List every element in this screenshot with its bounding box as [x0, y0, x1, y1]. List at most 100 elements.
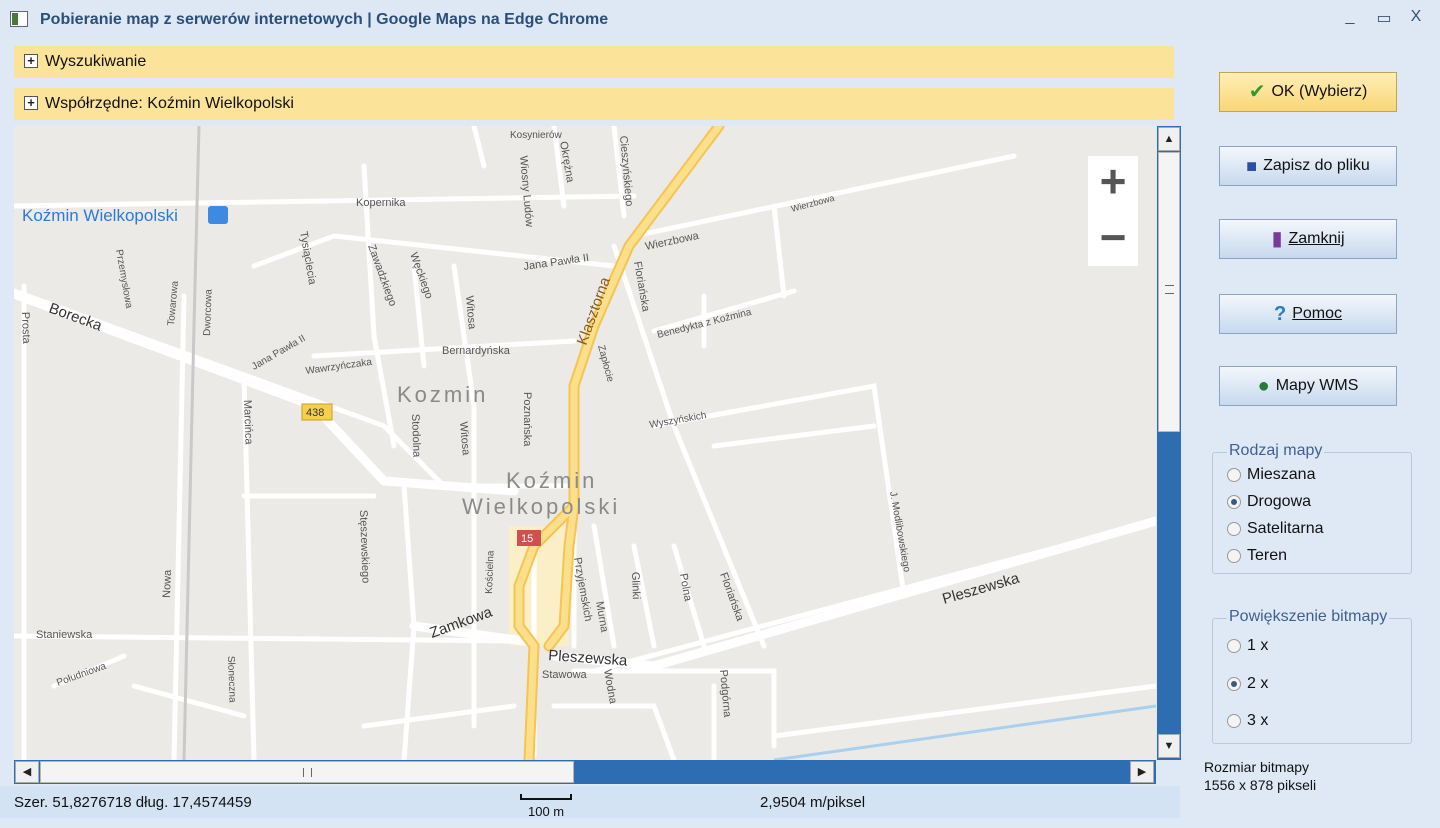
- grip-icon: [303, 768, 312, 777]
- street-tysiaclecia: Tysiąclecia: [297, 230, 318, 286]
- street-bernardynska: Bernardyńska: [442, 345, 511, 357]
- scale-label: 100 m: [528, 804, 565, 819]
- door-exit-icon: ▮: [1271, 228, 1283, 250]
- scale-bar: [520, 794, 572, 800]
- coords-panel-header[interactable]: + Współrzędne: Koźmin Wielkopolski: [14, 88, 1174, 120]
- bitmap-size-info: Rozmiar bitmapy 1556 x 878 pikseli: [1204, 758, 1316, 794]
- street-stawowa: Stawowa: [542, 669, 588, 681]
- bitmap-zoom-group: Powiększenie bitmapy 1 x 2 x 3 x: [1212, 608, 1412, 744]
- checkmark-icon: ✔: [1248, 81, 1266, 103]
- radio-icon[interactable]: [1227, 468, 1241, 482]
- street-borecka: Borecka: [47, 300, 105, 335]
- close-button-label: Zamknij: [1288, 230, 1345, 247]
- horizontal-scrollbar[interactable]: ◀ ▶: [14, 760, 1156, 784]
- map-type-group: Rodzaj mapy Mieszana Drogowa Satelitarna…: [1212, 442, 1412, 574]
- scroll-right-icon[interactable]: ▶: [1130, 761, 1154, 783]
- street-pleszewska: Pleszewska: [548, 647, 629, 670]
- window-title: Pobieranie map z serwerów internetowych …: [40, 11, 609, 28]
- grip-icon: [1165, 285, 1174, 294]
- map-type-legend: Rodzaj mapy: [1227, 442, 1325, 460]
- street-glinki: Glinki: [629, 572, 642, 600]
- save-button-label: Zapisz do pliku: [1263, 157, 1370, 174]
- minimize-button[interactable]: _: [1338, 8, 1362, 26]
- street-jana-pawla-2: Jana Pawła II: [250, 333, 308, 373]
- status-bar: Szer. 51,8276718 dług. 17,4574459 100 m …: [0, 786, 1180, 819]
- ok-button-label: OK (Wybierz): [1271, 83, 1368, 100]
- map-type-option[interactable]: Drogowa: [1227, 493, 1311, 511]
- street-prosta: Prosta: [19, 312, 32, 345]
- zoom-control: + −: [1088, 156, 1138, 266]
- street-steszewskiego: Stęszewskiego: [357, 510, 372, 584]
- street-przemyslowa: Przemysłowa: [113, 249, 134, 310]
- vertical-scrollbar[interactable]: ▲ ▼: [1157, 126, 1181, 760]
- bitmap-zoom-legend: Powiększenie bitmapy: [1227, 608, 1390, 626]
- river: [773, 704, 1156, 760]
- scroll-left-icon[interactable]: ◀: [15, 761, 39, 783]
- resolution-readout: 2,9504 m/piksel: [760, 794, 866, 811]
- street-towarowa: Towarowa: [166, 280, 181, 326]
- street-wawrzynczaka: Wawrzyńczaka: [305, 357, 373, 377]
- coords-panel-label: Współrzędne: Koźmin Wielkopolski: [45, 95, 294, 112]
- map-type-option[interactable]: Satelitarna: [1227, 520, 1324, 538]
- option-label: Teren: [1247, 547, 1288, 564]
- map-type-option[interactable]: Teren: [1227, 547, 1287, 565]
- ok-button[interactable]: ✔ OK (Wybierz): [1219, 72, 1397, 112]
- help-button[interactable]: ? Pomoc: [1219, 294, 1397, 334]
- search-panel-header[interactable]: + Wyszukiwanie: [14, 46, 1174, 78]
- radio-selected-icon[interactable]: [1227, 495, 1241, 509]
- option-label: Satelitarna: [1247, 520, 1324, 537]
- bitmap-size-label: Rozmiar bitmapy: [1204, 759, 1310, 775]
- expand-icon[interactable]: +: [24, 96, 38, 110]
- radio-selected-icon[interactable]: [1227, 677, 1241, 691]
- radio-icon[interactable]: [1227, 522, 1241, 536]
- street-koscielna: Kościelna: [484, 550, 497, 594]
- radio-icon[interactable]: [1227, 639, 1241, 653]
- expand-icon[interactable]: +: [24, 54, 38, 68]
- map-view[interactable]: Koźmin Wielkopolski Kozmin Koźmin Wielko…: [14, 126, 1156, 760]
- radio-icon[interactable]: [1227, 714, 1241, 728]
- close-button[interactable]: ▮ Zamknij: [1219, 219, 1397, 259]
- street-poludniowa: Południowa: [55, 661, 108, 689]
- street-wiosny-ludow: Wiosny Ludów: [517, 155, 535, 227]
- option-label: 2 x: [1247, 675, 1269, 692]
- map-canvas[interactable]: Koźmin Wielkopolski Kozmin Koźmin Wielko…: [14, 126, 1156, 760]
- bitmap-size-value: 1556 x 878 pikseli: [1204, 777, 1317, 793]
- street-nowa: Nowa: [161, 569, 174, 598]
- bitmap-zoom-option[interactable]: 1 x: [1227, 637, 1268, 655]
- street-polna: Polna: [677, 572, 694, 603]
- map-label-place: Koźmin Wielkopolski: [22, 206, 178, 225]
- street-marcinca: Marcińca: [241, 400, 255, 446]
- street-modlibowskiego: J. Modlibowskiego: [887, 491, 912, 574]
- save-button[interactable]: ■ Zapisz do pliku: [1219, 146, 1397, 186]
- zoom-out-button[interactable]: −: [1088, 212, 1138, 266]
- map-label-town: Koźmin: [506, 468, 597, 493]
- scroll-down-icon[interactable]: ▼: [1158, 734, 1180, 758]
- bitmap-zoom-option[interactable]: 3 x: [1227, 712, 1268, 730]
- help-button-label: Pomoc: [1292, 305, 1342, 322]
- maximize-button[interactable]: ▭: [1372, 8, 1396, 28]
- bitmap-zoom-option[interactable]: 2 x: [1227, 675, 1268, 693]
- street-wyszynskich: Wyszyńskich: [649, 410, 708, 431]
- wms-button-label: Mapy WMS: [1275, 377, 1359, 394]
- street-staniewska: Staniewska: [36, 629, 93, 641]
- street-kopernika: Kopernika: [356, 197, 406, 209]
- option-label: 1 x: [1247, 637, 1269, 654]
- scroll-up-icon[interactable]: ▲: [1158, 127, 1180, 151]
- street-witosa-2: Witosa: [457, 421, 472, 456]
- radio-icon[interactable]: [1227, 549, 1241, 563]
- globe-icon: ●: [1257, 375, 1270, 397]
- street-sloneczna: Słoneczna: [225, 656, 238, 703]
- close-window-button[interactable]: X: [1404, 8, 1428, 26]
- zoom-in-button[interactable]: +: [1088, 156, 1138, 210]
- map-type-option[interactable]: Mieszana: [1227, 466, 1315, 484]
- street-wodna: Wodna: [601, 668, 619, 705]
- horizontal-scroll-thumb[interactable]: [40, 761, 574, 783]
- app-icon: [10, 11, 28, 27]
- wms-maps-button[interactable]: ● Mapy WMS: [1219, 366, 1397, 406]
- map-label-town-2: Wielkopolski: [462, 494, 620, 519]
- street-kosynierow: Kosynierów: [510, 130, 562, 141]
- map-label-district: Kozmin: [397, 382, 488, 407]
- vertical-scroll-thumb[interactable]: [1158, 152, 1180, 432]
- street-poznanska: Poznańska: [521, 392, 533, 447]
- railway: [182, 126, 201, 760]
